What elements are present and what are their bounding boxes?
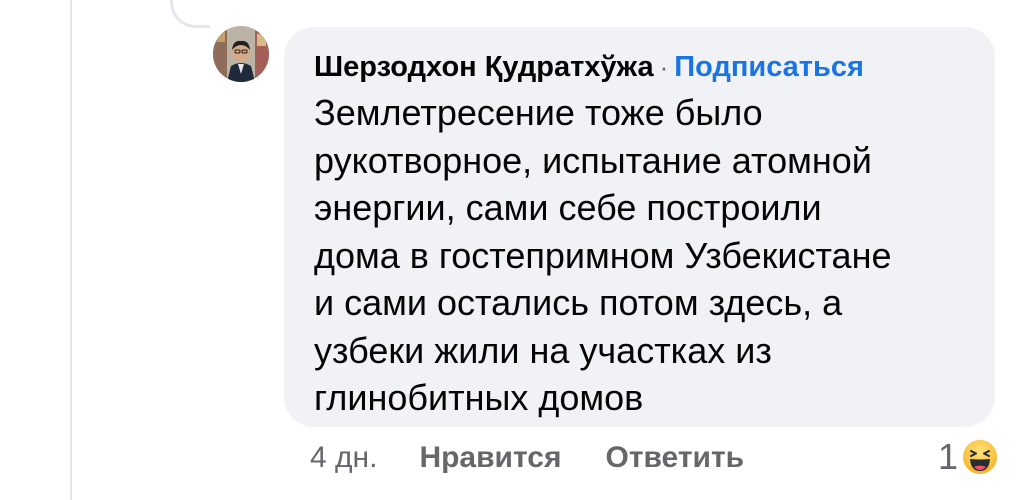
reaction-count: 1: [938, 436, 959, 477]
comment-text-line: энергии, сами себе построили: [314, 187, 822, 228]
reaction-summary[interactable]: 1: [938, 432, 1000, 482]
comment-text-line: дома в гостепримном Узбекистане: [314, 234, 892, 276]
comment-header: Шерзодхон Қудратхўжа · Подписаться: [314, 47, 967, 87]
comment-text-line: глинобитных домов: [314, 377, 644, 418]
thread-line: [70, 0, 72, 500]
comment-text-line: узбеки жили на участках из: [314, 329, 772, 371]
comment-text: Землетресение тоже было рукотворное, исп…: [314, 89, 967, 422]
comment-actions: 4 дн. Нравится Ответить: [310, 436, 788, 480]
haha-emoji-icon: [960, 437, 1000, 477]
comment-bubble: Шерзодхон Қудратхўжа · Подписаться Землетр…: [284, 27, 995, 427]
reply-connector: [170, 0, 210, 28]
comment-text-line: рукотворное, испытание атомной: [314, 139, 872, 181]
comment-text-line: Землетресение тоже было: [314, 92, 763, 133]
separator-dot: ·: [659, 52, 669, 82]
author-name[interactable]: Шерзодхон Қудратхўжа: [314, 51, 654, 83]
comment-text-line: и сами остались потом здесь, а: [314, 282, 843, 323]
comment-thread: Шерзодхон Қудратхўжа · Подписаться Землетр…: [0, 0, 1024, 500]
avatar[interactable]: [213, 26, 269, 82]
like-button[interactable]: Нравится: [419, 441, 561, 475]
follow-button[interactable]: Подписаться: [674, 51, 864, 83]
reply-button[interactable]: Ответить: [605, 441, 744, 475]
comment-timestamp[interactable]: 4 дн.: [310, 441, 377, 475]
